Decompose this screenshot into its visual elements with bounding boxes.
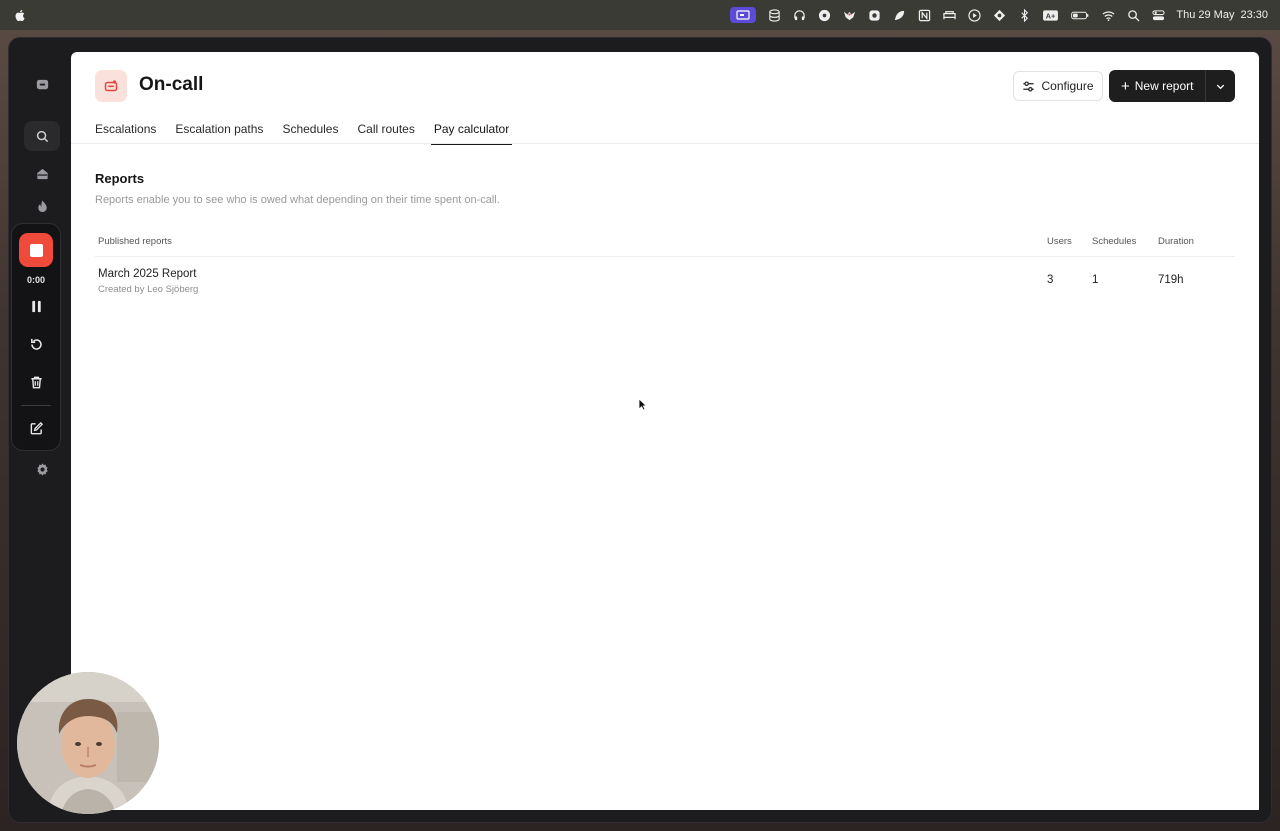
stop-recording-button[interactable] xyxy=(19,233,53,267)
home-icon[interactable] xyxy=(28,159,56,187)
restart-icon xyxy=(30,338,42,350)
recording-timer: 0:00 xyxy=(26,275,45,285)
apple-menu-icon[interactable] xyxy=(14,8,26,22)
tab-bar: Escalations Escalation paths Schedules C… xyxy=(95,114,528,145)
report-schedules-count: 1 xyxy=(1092,274,1099,286)
incidents-icon[interactable] xyxy=(28,192,56,220)
menubar-time: 23:30 xyxy=(1240,9,1268,21)
sliders-icon xyxy=(1023,80,1035,92)
plugin-icon[interactable] xyxy=(867,8,881,22)
page-title: On-call xyxy=(139,74,204,95)
headphones-icon[interactable] xyxy=(792,8,806,22)
mouse-cursor-icon xyxy=(638,398,647,411)
edit-icon xyxy=(30,421,43,434)
table-header: Published reports Users Schedules Durati… xyxy=(95,228,1235,257)
menubar-clock[interactable]: Thu 29 May 23:30 xyxy=(1176,9,1268,21)
new-report-split-button: + New report xyxy=(1109,70,1235,102)
webcam-overlay[interactable] xyxy=(17,672,159,814)
table-row[interactable]: March 2025 Report Created by Leo Sjöberg… xyxy=(95,257,1235,303)
disc-icon[interactable] xyxy=(817,8,831,22)
report-duration: 719h xyxy=(1158,274,1184,286)
workspace-logo-icon[interactable] xyxy=(28,70,56,98)
keyboard-input-icon[interactable]: A+ xyxy=(1042,8,1059,22)
tab-escalations[interactable]: Escalations xyxy=(95,114,156,144)
recording-controls: 0:00 xyxy=(11,223,61,451)
trash-icon xyxy=(30,376,42,388)
new-report-button[interactable]: + New report xyxy=(1109,79,1205,94)
column-header-published-reports: Published reports xyxy=(98,236,172,247)
battery-icon[interactable] xyxy=(1070,8,1090,22)
delete-recording-button[interactable] xyxy=(23,369,49,395)
menu-bar: A+ Thu 29 May 23:30 xyxy=(0,0,1280,30)
column-header-users: Users xyxy=(1047,236,1072,247)
column-header-schedules: Schedules xyxy=(1092,236,1137,247)
report-users-count: 3 xyxy=(1047,274,1054,286)
on-call-icon xyxy=(95,70,127,102)
svg-text:A+: A+ xyxy=(1046,11,1056,20)
reports-table: Published reports Users Schedules Durati… xyxy=(95,228,1235,303)
recording-controls-divider xyxy=(21,405,51,406)
pause-recording-button[interactable] xyxy=(23,293,49,319)
tab-call-routes[interactable]: Call routes xyxy=(357,114,414,144)
screen-record-icon[interactable] xyxy=(730,7,757,23)
tab-escalation-paths[interactable]: Escalation paths xyxy=(175,114,263,144)
bluetooth-icon[interactable] xyxy=(1017,8,1031,22)
database-icon[interactable] xyxy=(767,8,781,22)
spotlight-search-icon[interactable] xyxy=(1126,8,1140,22)
wifi-icon[interactable] xyxy=(1101,8,1115,22)
control-center-icon[interactable] xyxy=(1151,8,1165,22)
vpn-icon[interactable] xyxy=(992,8,1006,22)
bird-icon[interactable] xyxy=(842,8,856,22)
new-report-label: New report xyxy=(1134,79,1194,93)
new-report-dropdown-button[interactable] xyxy=(1206,81,1235,92)
report-name: March 2025 Report xyxy=(98,268,197,280)
menubar-date: Thu 29 May xyxy=(1176,9,1235,21)
notion-icon[interactable] xyxy=(917,8,931,22)
configure-button[interactable]: Configure xyxy=(1013,71,1103,101)
chevron-down-icon xyxy=(1216,84,1225,89)
play-icon[interactable] xyxy=(967,8,981,22)
bed-icon[interactable] xyxy=(942,8,956,22)
arc-icon[interactable] xyxy=(892,8,906,22)
tab-pay-calculator[interactable]: Pay calculator xyxy=(430,114,513,145)
configure-label: Configure xyxy=(1041,79,1094,93)
presenter-face-image xyxy=(17,672,159,814)
stop-icon xyxy=(29,243,43,257)
reports-heading: Reports xyxy=(95,171,145,186)
edit-recording-button[interactable] xyxy=(23,415,49,441)
search-icon[interactable] xyxy=(24,121,60,151)
plus-icon: + xyxy=(1121,77,1130,95)
main-content: On-call Configure + New report Escalatio… xyxy=(71,52,1259,810)
report-created-by: Created by Leo Sjöberg xyxy=(98,284,199,295)
restart-recording-button[interactable] xyxy=(23,331,49,357)
settings-gear-icon[interactable] xyxy=(28,455,56,483)
tab-schedules[interactable]: Schedules xyxy=(282,114,338,144)
tab-bar-divider xyxy=(71,143,1259,144)
reports-description: Reports enable you to see who is owed wh… xyxy=(95,194,500,206)
pause-icon xyxy=(31,300,41,312)
column-header-duration: Duration xyxy=(1158,236,1194,247)
